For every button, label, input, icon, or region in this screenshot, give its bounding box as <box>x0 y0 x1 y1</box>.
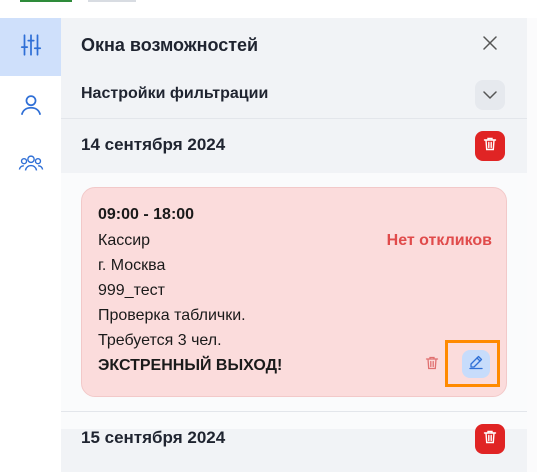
nav-team-button[interactable] <box>0 136 61 194</box>
shift-required: Требуется 3 чел. <box>98 332 222 349</box>
side-nav-rail <box>0 18 62 472</box>
top-strip <box>0 0 537 4</box>
shift-time: 09:00 - 18:00 <box>98 206 195 223</box>
close-icon <box>483 35 497 55</box>
users-icon <box>18 150 44 181</box>
filter-settings-row[interactable]: Настройки фильтрации <box>61 76 527 116</box>
panel-header: Окна возможностей <box>61 18 527 72</box>
user-icon <box>18 92 44 123</box>
shift-note: Проверка таблички. <box>98 307 246 324</box>
shift-store: 999_тест <box>98 282 165 299</box>
delete-shift-button[interactable] <box>421 354 443 376</box>
date-label: 14 сентября 2024 <box>81 135 226 154</box>
nav-filters-button[interactable] <box>0 18 61 76</box>
delete-date-button[interactable] <box>475 424 505 454</box>
pencil-icon <box>468 354 484 375</box>
panel-title: Окна возможностей <box>81 35 259 55</box>
filter-settings-label: Настройки фильтрации <box>81 85 269 102</box>
trash-icon <box>424 355 440 376</box>
date-group-header: 15 сентября 2024 <box>61 411 527 468</box>
delete-date-button[interactable] <box>475 131 505 161</box>
edit-shift-button[interactable] <box>462 350 490 378</box>
trash-icon <box>482 136 498 157</box>
date-group-header: 14 сентября 2024 <box>61 118 527 175</box>
shift-urgent-label: ЭКСТРЕННЫЙ ВЫХОД! <box>98 357 283 374</box>
nav-profile-button[interactable] <box>0 78 61 136</box>
top-tab-indicator <box>20 0 72 2</box>
scrollbar[interactable] <box>527 18 537 472</box>
top-tab-placeholder <box>88 0 136 2</box>
trash-icon <box>482 429 498 450</box>
shift-card[interactable]: 09:00 - 18:00 Кассир г. Москва 999_тест … <box>81 187 507 397</box>
opportunity-windows-panel: Окна возможностей Настройки фильтрации 1… <box>61 18 527 472</box>
chevron-down-icon <box>483 86 497 104</box>
shift-role: Кассир <box>98 232 151 249</box>
shift-city: г. Москва <box>98 257 166 274</box>
shifts-list: 09:00 - 18:00 Кассир г. Москва 999_тест … <box>61 173 527 429</box>
date-label: 15 сентября 2024 <box>81 428 226 447</box>
close-button[interactable] <box>478 33 502 57</box>
sliders-icon <box>18 32 44 63</box>
filter-toggle-button[interactable] <box>475 80 505 110</box>
status-badge: Нет откликов <box>386 232 492 249</box>
